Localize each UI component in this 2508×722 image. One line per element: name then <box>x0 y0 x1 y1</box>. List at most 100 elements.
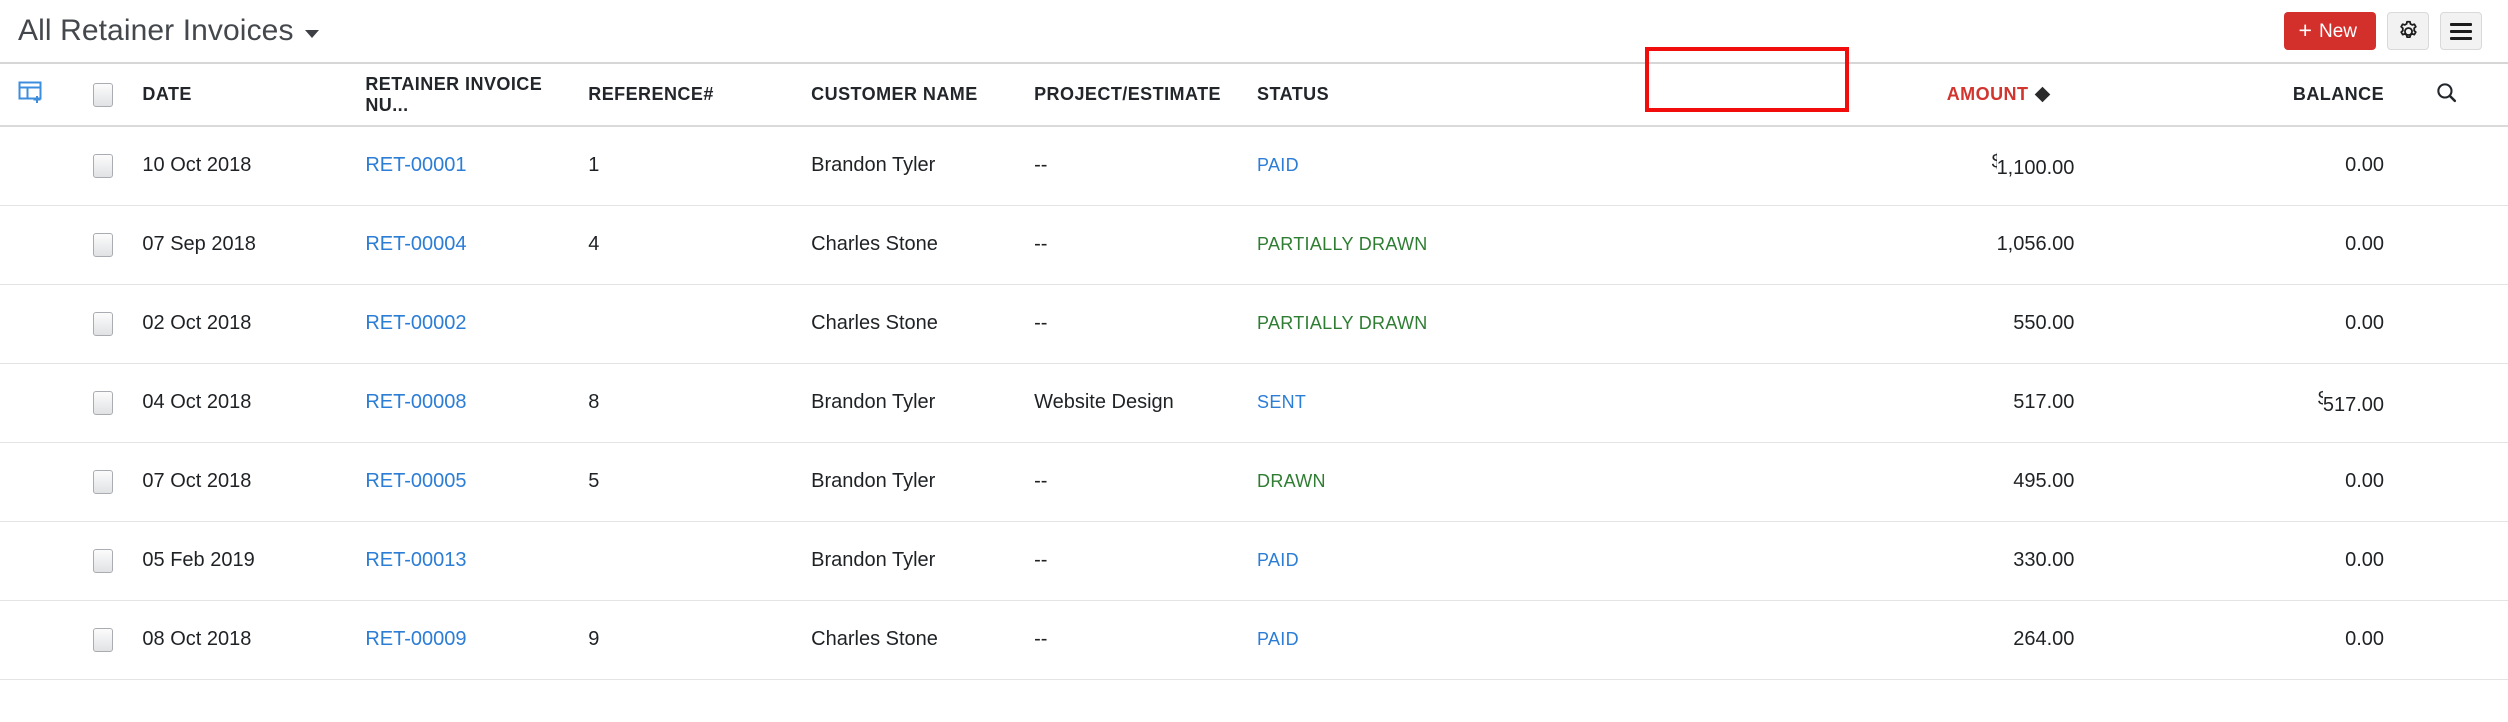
cell-project-estimate: -- <box>1034 205 1257 284</box>
page-title-dropdown[interactable]: All Retainer Invoices <box>18 16 319 46</box>
amount-value: 1,100.00 <box>1997 157 2075 180</box>
cell-amount: 550.00 <box>1703 284 2075 363</box>
cell-customer-name: Charles Stone <box>811 205 1034 284</box>
search-icon[interactable] <box>2434 80 2459 105</box>
top-bar: All Retainer Invoices + New <box>0 0 2508 62</box>
retainer-invoice-link[interactable]: RET-00005 <box>365 470 466 492</box>
table-header: DATE RETAINER INVOICE NU... REFERENCE# C… <box>0 64 2508 126</box>
row-checkbox[interactable] <box>93 549 113 573</box>
amount-value: 264.00 <box>2013 628 2074 651</box>
row-checkbox[interactable] <box>93 154 113 178</box>
cell-retainer-invoice-number: RET-00005 <box>365 442 588 521</box>
balance-value: 0.00 <box>2345 312 2384 335</box>
sort-descending-icon <box>2035 87 2051 103</box>
status-badge[interactable]: DRAWN <box>1257 471 1326 491</box>
cell-retainer-invoice-number: RET-00009 <box>365 600 588 679</box>
cell-balance: 0.00 <box>2074 521 2384 600</box>
column-header-status[interactable]: STATUS <box>1257 64 1703 126</box>
balance-value: 517.00 <box>2323 394 2384 417</box>
status-badge[interactable]: PAID <box>1257 550 1299 570</box>
cell-project-estimate: -- <box>1034 126 1257 205</box>
table-row[interactable]: 10 Oct 2018RET-000011Brandon Tyler--PAID… <box>0 126 2508 205</box>
search-cell <box>2384 64 2508 126</box>
status-badge[interactable]: PARTIALLY DRAWN <box>1257 234 1428 254</box>
row-end-cell <box>2384 442 2508 521</box>
row-select-cell <box>93 600 143 679</box>
row-select-cell <box>93 521 143 600</box>
cell-reference <box>588 284 811 363</box>
row-spacer-cell <box>0 521 93 600</box>
column-header-reference[interactable]: REFERENCE# <box>588 64 811 126</box>
retainer-invoice-link[interactable]: RET-00001 <box>365 154 466 176</box>
menu-button[interactable] <box>2440 12 2482 50</box>
cell-status: PAID <box>1257 521 1703 600</box>
retainer-invoice-link[interactable]: RET-00009 <box>365 628 466 650</box>
row-checkbox[interactable] <box>93 391 113 415</box>
retainer-invoice-link[interactable]: RET-00008 <box>365 391 466 413</box>
row-end-cell <box>2384 521 2508 600</box>
amount-value: 550.00 <box>2013 312 2074 335</box>
status-badge[interactable]: PARTIALLY DRAWN <box>1257 313 1428 333</box>
row-checkbox[interactable] <box>93 312 113 336</box>
cell-reference: 9 <box>588 600 811 679</box>
column-header-amount[interactable]: AMOUNT <box>1703 64 2075 126</box>
cell-amount: 495.00 <box>1703 442 2075 521</box>
column-header-date[interactable]: DATE <box>142 64 365 126</box>
cell-customer-name: Charles Stone <box>811 600 1034 679</box>
column-header-balance-label: BALANCE <box>2293 84 2384 104</box>
cell-date: 08 Oct 2018 <box>142 600 365 679</box>
status-badge[interactable]: SENT <box>1257 392 1306 412</box>
status-badge[interactable]: PAID <box>1257 629 1299 649</box>
cell-project-estimate: -- <box>1034 442 1257 521</box>
select-all-cell <box>93 64 143 126</box>
settings-button[interactable] <box>2387 12 2429 50</box>
table-row[interactable]: 02 Oct 2018RET-00002Charles Stone--PARTI… <box>0 284 2508 363</box>
row-end-cell <box>2384 126 2508 205</box>
column-header-balance[interactable]: BALANCE <box>2074 64 2384 126</box>
cell-balance: 0.00 <box>2074 442 2384 521</box>
retainer-invoice-link[interactable]: RET-00002 <box>365 312 466 334</box>
new-button[interactable]: + New <box>2284 12 2376 50</box>
cell-retainer-invoice-number: RET-00004 <box>365 205 588 284</box>
cell-date: 05 Feb 2019 <box>142 521 365 600</box>
table-row[interactable]: 04 Oct 2018RET-000088Brandon TylerWebsit… <box>0 363 2508 442</box>
select-all-checkbox[interactable] <box>93 83 113 107</box>
cell-project-estimate: Website Design <box>1034 363 1257 442</box>
cell-amount: 517.00 <box>1703 363 2075 442</box>
cell-status: PARTIALLY DRAWN <box>1257 284 1703 363</box>
table-row[interactable]: 08 Oct 2018RET-00009 9Charles Stone--PAID… <box>0 600 2508 679</box>
row-select-cell <box>93 205 143 284</box>
add-column-icon[interactable] <box>18 80 44 109</box>
balance-value: 0.00 <box>2345 628 2384 651</box>
cell-project-estimate: -- <box>1034 521 1257 600</box>
column-header-project-estimate-label: PROJECT/ESTIMATE <box>1034 84 1221 104</box>
retainer-invoice-link[interactable]: RET-00013 <box>365 549 466 571</box>
column-header-customer-name[interactable]: CUSTOMER NAME <box>811 64 1034 126</box>
page-title: All Retainer Invoices <box>18 16 294 46</box>
column-header-status-label: STATUS <box>1257 84 1329 104</box>
row-checkbox[interactable] <box>93 470 113 494</box>
row-select-cell <box>93 363 143 442</box>
table-row[interactable]: 07 Sep 2018RET-000044Charles Stone--PART… <box>0 205 2508 284</box>
row-checkbox[interactable] <box>93 628 113 652</box>
cell-status: SENT <box>1257 363 1703 442</box>
cell-reference: 8 <box>588 363 811 442</box>
cell-date: 07 Sep 2018 <box>142 205 365 284</box>
table-row[interactable]: 05 Feb 2019RET-00013Brandon Tyler--PAID3… <box>0 521 2508 600</box>
cell-retainer-invoice-number: RET-00013 <box>365 521 588 600</box>
status-badge[interactable]: PAID <box>1257 155 1299 175</box>
column-header-project-estimate[interactable]: PROJECT/ESTIMATE <box>1034 64 1257 126</box>
column-header-retainer-invoice-number[interactable]: RETAINER INVOICE NU... <box>365 64 588 126</box>
cell-status: PAID <box>1257 600 1703 679</box>
cell-status: PAID <box>1257 126 1703 205</box>
row-checkbox[interactable] <box>93 233 113 257</box>
table-row[interactable]: 07 Oct 2018RET-000055Brandon Tyler--DRAW… <box>0 442 2508 521</box>
cell-customer-name: Charles Stone <box>811 284 1034 363</box>
balance-value: 0.00 <box>2345 233 2384 256</box>
cell-status: DRAWN <box>1257 442 1703 521</box>
cell-project-estimate: -- <box>1034 600 1257 679</box>
retainer-invoice-link[interactable]: RET-00004 <box>365 233 466 255</box>
row-spacer-cell <box>0 284 93 363</box>
cell-date: 02 Oct 2018 <box>142 284 365 363</box>
row-spacer-cell <box>0 600 93 679</box>
